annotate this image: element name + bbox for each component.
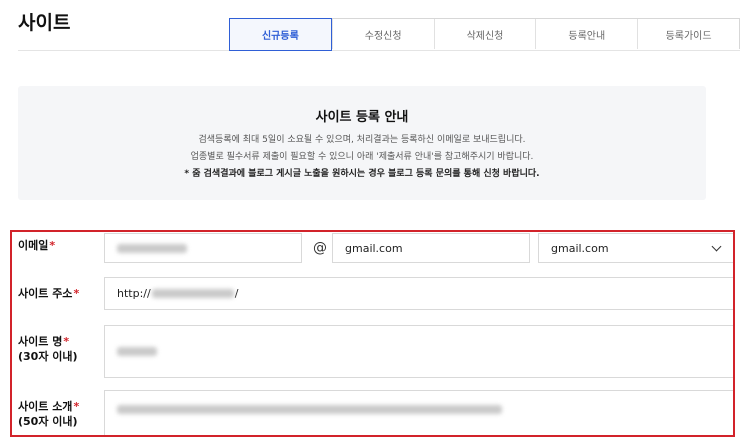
redacted-text [117,243,187,253]
site-description-label: 사이트 소개* (50자 이내) [18,400,80,428]
required-mark: * [73,287,80,300]
email-domain-select[interactable]: gmail.com [538,233,733,263]
required-mark: * [73,400,80,413]
site-url-input[interactable]: http:// / [104,277,733,310]
page-title: 사이트 [18,12,71,34]
redacted-text [151,289,234,298]
registration-form: 이메일* @ gmail.com gmail.com 사이트 주소* http:… [10,230,735,437]
notice-line-blog: * 줌 검색결과에 블로그 게시글 노출을 원하시는 경우 블로그 등록 문의를… [184,169,540,179]
notice-line: 검색등록에 최대 5일이 소요될 수 있으며, 처리결과는 등록하신 이메일로 … [198,135,526,145]
tab-bar: 신규등록 수정신청 삭제신청 등록안내 등록가이드 [229,18,740,51]
tab-registration-info[interactable]: 등록안내 [535,19,637,49]
tab-new-registration[interactable]: 신규등록 [229,18,332,51]
site-name-label: 사이트 명* (30자 이내) [18,335,78,363]
redacted-text [117,405,502,414]
site-name-input[interactable] [104,325,733,378]
tab-delete-request[interactable]: 삭제신청 [433,19,536,49]
notice-title: 사이트 등록 안내 [315,110,409,125]
notice-line: 업종별로 필수서류 제출이 필요할 수 있으니 아래 '제출서류 안내'를 참고… [190,152,534,162]
required-mark: * [63,335,70,348]
registration-notice: 사이트 등록 안내 검색등록에 최대 5일이 소요될 수 있으며, 처리결과는 … [18,86,706,200]
email-label: 이메일* [18,239,56,252]
site-description-limit: (50자 이내) [18,415,78,428]
site-name-limit: (30자 이내) [18,350,78,363]
tab-edit-request[interactable]: 수정신청 [331,19,434,49]
chevron-down-icon [711,241,722,252]
email-domain-input[interactable]: gmail.com [332,233,530,263]
tab-registration-guide[interactable]: 등록가이드 [637,19,739,49]
at-symbol: @ [313,240,327,256]
required-mark: * [49,239,56,252]
site-url-label: 사이트 주소* [18,287,80,300]
site-description-input[interactable] [104,390,733,435]
email-id-input[interactable] [104,233,302,263]
redacted-text [117,347,157,356]
title-divider [18,50,740,51]
